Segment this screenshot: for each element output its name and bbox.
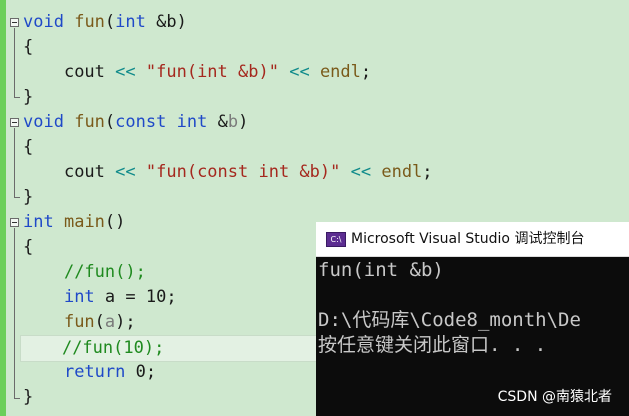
fold-guide: [14, 28, 15, 97]
brace: {: [23, 137, 34, 157]
code-line-16: }: [23, 385, 33, 410]
brace: {: [23, 237, 34, 257]
fold-toggle-icon[interactable]: [10, 18, 19, 27]
code-line-14-current[interactable]: //fun(10);: [20, 335, 322, 362]
paren: (: [104, 112, 116, 132]
brace: {: [23, 37, 34, 57]
watermark-text: CSDN @南猿北者: [497, 389, 612, 405]
code-line-4: }: [23, 85, 33, 110]
brace: }: [23, 187, 34, 207]
identifier: endl: [381, 162, 423, 182]
function-name: fun: [74, 112, 105, 132]
keyword: void: [23, 112, 64, 132]
string-literal: "fun(int &b)": [145, 62, 279, 82]
operator: <<: [115, 62, 136, 82]
paren: (: [94, 312, 105, 332]
argument: a: [104, 312, 116, 332]
code-line-7: cout << "fun(const int &b)" << endl;: [23, 160, 433, 185]
console-output-line: fun(int &b): [318, 259, 444, 281]
paren: ): [238, 112, 249, 132]
code-line-12: int a = 10;: [23, 285, 177, 310]
console-app-icon: C:\: [326, 232, 346, 247]
function-name: main: [63, 212, 105, 232]
identifier: cout: [63, 162, 105, 182]
keyword: const: [115, 112, 167, 132]
string-literal: "fun(const int &b)": [145, 162, 341, 182]
parameter: &b: [145, 12, 177, 32]
fold-guide: [14, 228, 15, 398]
keyword: return: [63, 362, 126, 382]
declaration: a = 10;: [94, 287, 177, 307]
function-name: fun: [74, 12, 105, 32]
keyword: void: [23, 12, 64, 32]
keyword: int: [176, 112, 208, 132]
code-line-10: {: [23, 235, 33, 260]
fold-guide-end: [14, 97, 20, 98]
semicolon: ;: [422, 162, 433, 182]
fold-guide-end: [14, 197, 20, 198]
brace: }: [23, 387, 34, 407]
code-line-13: fun(a);: [23, 310, 136, 335]
comment: //fun(10);: [61, 338, 165, 358]
console-title: Microsoft Visual Studio 调试控制台: [351, 231, 585, 247]
code-line-1: void fun(int &b): [23, 10, 187, 35]
paren: (: [104, 12, 116, 32]
code-line-2: {: [23, 35, 33, 60]
code-line-15: return 0;: [23, 360, 156, 385]
paren: (): [104, 212, 126, 232]
code-line-5: void fun(const int &b): [23, 110, 248, 135]
operator: <<: [350, 162, 372, 182]
return-value: 0;: [125, 362, 157, 382]
keyword: int: [115, 12, 146, 32]
comment: //fun();: [63, 262, 146, 282]
console-title-bar[interactable]: C:\ Microsoft Visual Studio 调试控制台: [316, 222, 629, 257]
operator: <<: [115, 162, 136, 182]
function-call: fun: [63, 312, 95, 332]
fold-toggle-icon[interactable]: [10, 118, 19, 127]
parameter-name: b: [227, 112, 239, 132]
code-line-8: }: [23, 185, 33, 210]
change-indicator-bar: [0, 0, 6, 416]
code-line-3: cout << "fun(int &b)" << endl;: [23, 60, 371, 85]
fold-guide: [14, 128, 15, 197]
console-output-line: D:\代码库\Code8_month\De: [318, 309, 581, 331]
code-line-9: int main(): [23, 210, 125, 235]
keyword: int: [63, 287, 95, 307]
identifier: cout: [63, 62, 105, 82]
console-output-line: 按任意键关闭此窗口. . .: [318, 334, 547, 356]
operator: <<: [289, 62, 310, 82]
keyword: int: [23, 212, 54, 232]
paren: );: [115, 312, 136, 332]
fold-guide-end: [14, 398, 20, 399]
code-line-11: //fun();: [23, 260, 146, 285]
identifier: endl: [319, 62, 361, 82]
semicolon: ;: [360, 62, 372, 82]
brace: }: [23, 87, 34, 107]
paren: ): [176, 12, 187, 32]
code-line-6: {: [23, 135, 33, 160]
parameter: &: [207, 112, 228, 132]
fold-toggle-icon[interactable]: [10, 218, 19, 227]
